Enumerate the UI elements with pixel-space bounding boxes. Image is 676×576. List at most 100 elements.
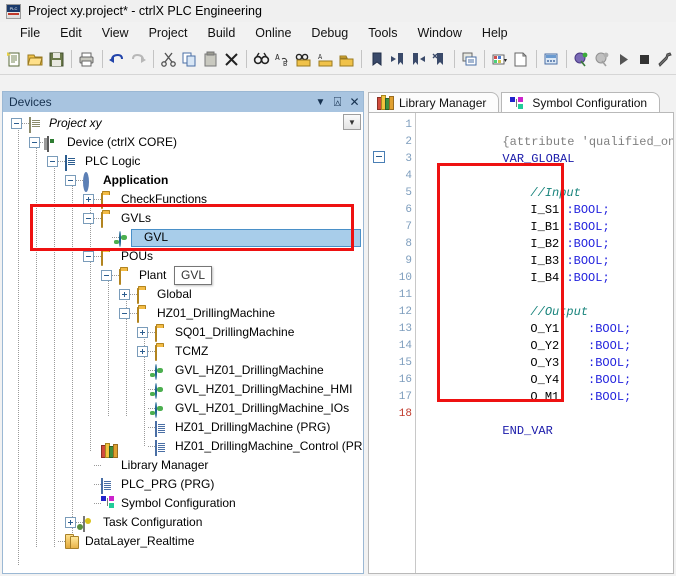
- tree-node-gvl[interactable]: GVL: [101, 228, 168, 247]
- clear-bookmarks-icon[interactable]: [430, 47, 449, 71]
- find-icon[interactable]: [252, 47, 271, 71]
- code-editor[interactable]: 1 2 3 4 5 6 7 8 9 10 11 12 13 14 15 16 1: [368, 112, 674, 574]
- tab-symbol-configuration[interactable]: Symbol Configuration: [501, 92, 661, 112]
- tree-node-gvl-hz01[interactable]: GVL_HZ01_DrillingMachine: [137, 361, 324, 380]
- undo-icon[interactable]: [107, 47, 126, 71]
- expander-icon[interactable]: [29, 137, 40, 148]
- line-number: 15: [398, 357, 412, 369]
- tree-node-plc-logic[interactable]: PLC Logic: [47, 152, 140, 171]
- tree-node-datalayer-realtime[interactable]: DataLayer_Realtime: [47, 532, 194, 551]
- devices-tree[interactable]: ▼ Project xy Device (ctrlX CORE) ! PLC L…: [3, 112, 363, 573]
- tree-node-label: TCMZ: [175, 344, 209, 358]
- previous-bookmark-icon[interactable]: [388, 47, 407, 71]
- menu-online[interactable]: Online: [245, 24, 301, 42]
- tree-node-checkfunctions[interactable]: CheckFunctions: [83, 190, 207, 209]
- toolbar-separator: [484, 50, 486, 68]
- start-online-icon[interactable]: [571, 47, 590, 71]
- tree-node-symbol-configuration[interactable]: Symbol Configuration: [83, 494, 236, 513]
- menu-build[interactable]: Build: [197, 24, 245, 42]
- tree-node-device[interactable]: Device (ctrlX CORE): [29, 133, 177, 152]
- tree-node-project[interactable]: Project xy: [11, 114, 102, 133]
- devices-panel-title: Devices: [9, 95, 52, 109]
- tree-node-gvls[interactable]: GVLs: [83, 209, 151, 228]
- new-file-icon[interactable]: [5, 47, 24, 71]
- logout-icon[interactable]: [593, 47, 612, 71]
- tree-node-gvl-hz01-ios[interactable]: GVL_HZ01_DrillingMachine_IOs: [137, 399, 349, 418]
- code-line: VAR_GLOBAL: [416, 134, 673, 166]
- tree-node-global[interactable]: Global: [119, 285, 192, 304]
- tree-guide-line: [90, 202, 91, 452]
- expander-icon[interactable]: [83, 194, 94, 205]
- line-number: 6: [405, 204, 412, 216]
- expander-icon[interactable]: [47, 156, 58, 167]
- tree-node-plc-prg[interactable]: PLC_PRG (PRG): [83, 475, 214, 494]
- tree-node-gvl-hz01-hmi[interactable]: GVL_HZ01_DrillingMachine_HMI: [137, 380, 352, 399]
- run-icon[interactable]: [614, 47, 633, 71]
- login-icon[interactable]: [541, 47, 560, 71]
- menu-help[interactable]: Help: [472, 24, 518, 42]
- expander-icon[interactable]: [119, 308, 130, 319]
- expander-icon[interactable]: [65, 175, 76, 186]
- tree-dropdown-button[interactable]: ▼: [343, 114, 361, 130]
- panel-menu-icon[interactable]: ▼: [312, 94, 329, 111]
- tree-node-application[interactable]: Application: [65, 171, 168, 192]
- generate-code-icon[interactable]: [490, 47, 509, 71]
- tree-node-plant[interactable]: Plant: [101, 266, 166, 285]
- menu-debug[interactable]: Debug: [301, 24, 358, 42]
- expander-icon[interactable]: [83, 213, 94, 224]
- print-icon[interactable]: [77, 47, 96, 71]
- find-in-project-icon[interactable]: [294, 47, 313, 71]
- expander-icon[interactable]: [11, 118, 22, 129]
- tab-library-manager[interactable]: Library Manager: [368, 92, 500, 112]
- expander-icon[interactable]: [65, 517, 76, 528]
- new-page-icon[interactable]: [511, 47, 530, 71]
- fold-gutter[interactable]: [369, 113, 389, 573]
- symbol-config-icon: [101, 495, 117, 512]
- redo-icon[interactable]: [129, 47, 148, 71]
- delete-icon[interactable]: [222, 47, 241, 71]
- expander-icon[interactable]: [119, 289, 130, 300]
- browse-icon[interactable]: [337, 47, 356, 71]
- copy-icon[interactable]: [180, 47, 199, 71]
- replace-in-project-icon[interactable]: A: [316, 47, 335, 71]
- open-folder-icon[interactable]: [26, 47, 45, 71]
- tree-node-library-manager[interactable]: Library Manager: [83, 442, 208, 475]
- svg-text:A: A: [318, 53, 323, 61]
- gvl-tooltip: GVL: [174, 266, 213, 285]
- menu-tools[interactable]: Tools: [358, 24, 407, 42]
- folder-icon: [101, 211, 117, 228]
- menu-edit[interactable]: Edit: [50, 24, 92, 42]
- code-text-area[interactable]: {attribute 'qualified_only'} VAR_GLOBAL …: [416, 113, 673, 573]
- expander-icon[interactable]: [137, 327, 148, 338]
- cut-icon[interactable]: [159, 47, 178, 71]
- paste-icon[interactable]: [201, 47, 220, 71]
- tree-guide-line: [36, 148, 37, 548]
- menu-window[interactable]: Window: [407, 24, 471, 42]
- tree-node-hz01-drillingmachine[interactable]: HZ01_DrillingMachine: [119, 304, 275, 323]
- replace-icon[interactable]: AB: [273, 47, 292, 71]
- next-bookmark-icon[interactable]: [409, 47, 428, 71]
- tree-node-label: Plant: [139, 268, 167, 282]
- options-icon[interactable]: [656, 47, 675, 71]
- expander-icon[interactable]: [83, 251, 94, 262]
- tree-connector: [94, 456, 101, 475]
- bookmark-icon[interactable]: [367, 47, 386, 71]
- build-icon[interactable]: [460, 47, 479, 71]
- expander-icon[interactable]: [101, 270, 112, 281]
- stop-icon[interactable]: [635, 47, 654, 71]
- expander-icon[interactable]: [137, 346, 148, 357]
- tree-node-task-configuration[interactable]: Task Configuration: [65, 513, 202, 532]
- pin-icon[interactable]: ⍓: [329, 94, 346, 111]
- menu-file[interactable]: File: [10, 24, 50, 42]
- tree-node-pous[interactable]: POUs: [83, 247, 153, 266]
- menu-project[interactable]: Project: [139, 24, 198, 42]
- tree-node-sq01-drillingmachine[interactable]: SQ01_DrillingMachine: [137, 323, 294, 342]
- fold-toggle-icon[interactable]: [373, 151, 385, 163]
- save-icon[interactable]: [47, 47, 66, 71]
- tree-connector: [58, 532, 65, 551]
- tree-node-hz01-prg[interactable]: HZ01_DrillingMachine (PRG): [137, 418, 330, 437]
- tree-node-tcmz[interactable]: TCMZ: [137, 342, 208, 361]
- menu-view[interactable]: View: [92, 24, 139, 42]
- tree-node-hz01-control-prg[interactable]: HZ01_DrillingMachine_Control (PRG): [137, 437, 363, 456]
- close-icon[interactable]: ✕: [346, 94, 363, 111]
